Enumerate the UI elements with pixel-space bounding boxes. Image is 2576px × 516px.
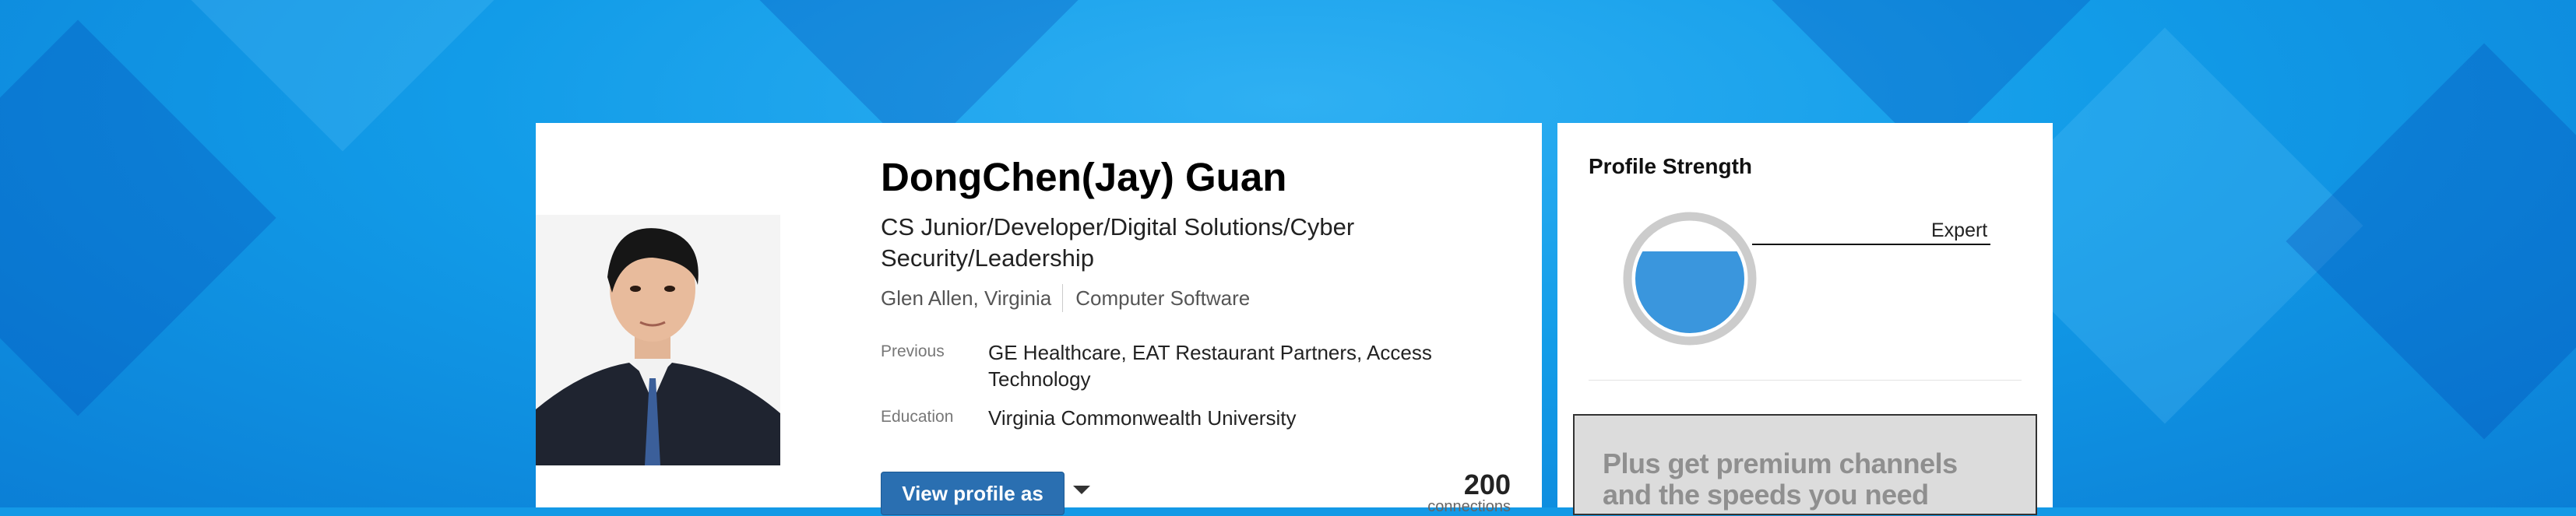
profile-strength-card: Profile Strength Expert Plus get premium… [1557,123,2053,515]
education-value[interactable]: Virginia Commonwealth University [988,405,1455,431]
view-profile-as-button[interactable]: View profile as [881,472,1065,515]
strength-level-label: Expert [1931,219,1988,241]
caret-down-icon[interactable] [1073,486,1090,494]
advertisement-text: Plus get premium channels and the speeds… [1603,448,1958,511]
location-divider [1062,284,1064,312]
profile-photo-image [536,215,780,465]
previous-label: Previous [881,342,945,360]
sidebar-divider [1589,380,2022,381]
profile-card: DongChen(Jay) Guan CS Junior/Developer/D… [536,123,1542,515]
education-label: Education [881,408,954,426]
profile-name: DongChen(Jay) Guan [881,155,1287,199]
background-diamond [0,19,276,416]
background-diamond [2286,43,2576,440]
location-row: Glen Allen, Virginia Computer Software [881,284,1250,312]
connections-count[interactable]: 200 [1464,469,1511,501]
profile-headline: CS Junior/Developer/Digital Solutions/Cy… [881,213,1355,272]
location-link[interactable]: Glen Allen, Virginia [881,286,1051,311]
industry-link[interactable]: Computer Software [1075,286,1250,311]
previous-value[interactable]: GE Healthcare, EAT Restaurant Partners, … [988,339,1455,392]
profile-photo[interactable] [536,215,780,465]
advertisement-banner[interactable]: Plus get premium channels and the speeds… [1573,414,2037,515]
strength-level-line [1752,244,1990,245]
background-diamond [144,0,541,152]
